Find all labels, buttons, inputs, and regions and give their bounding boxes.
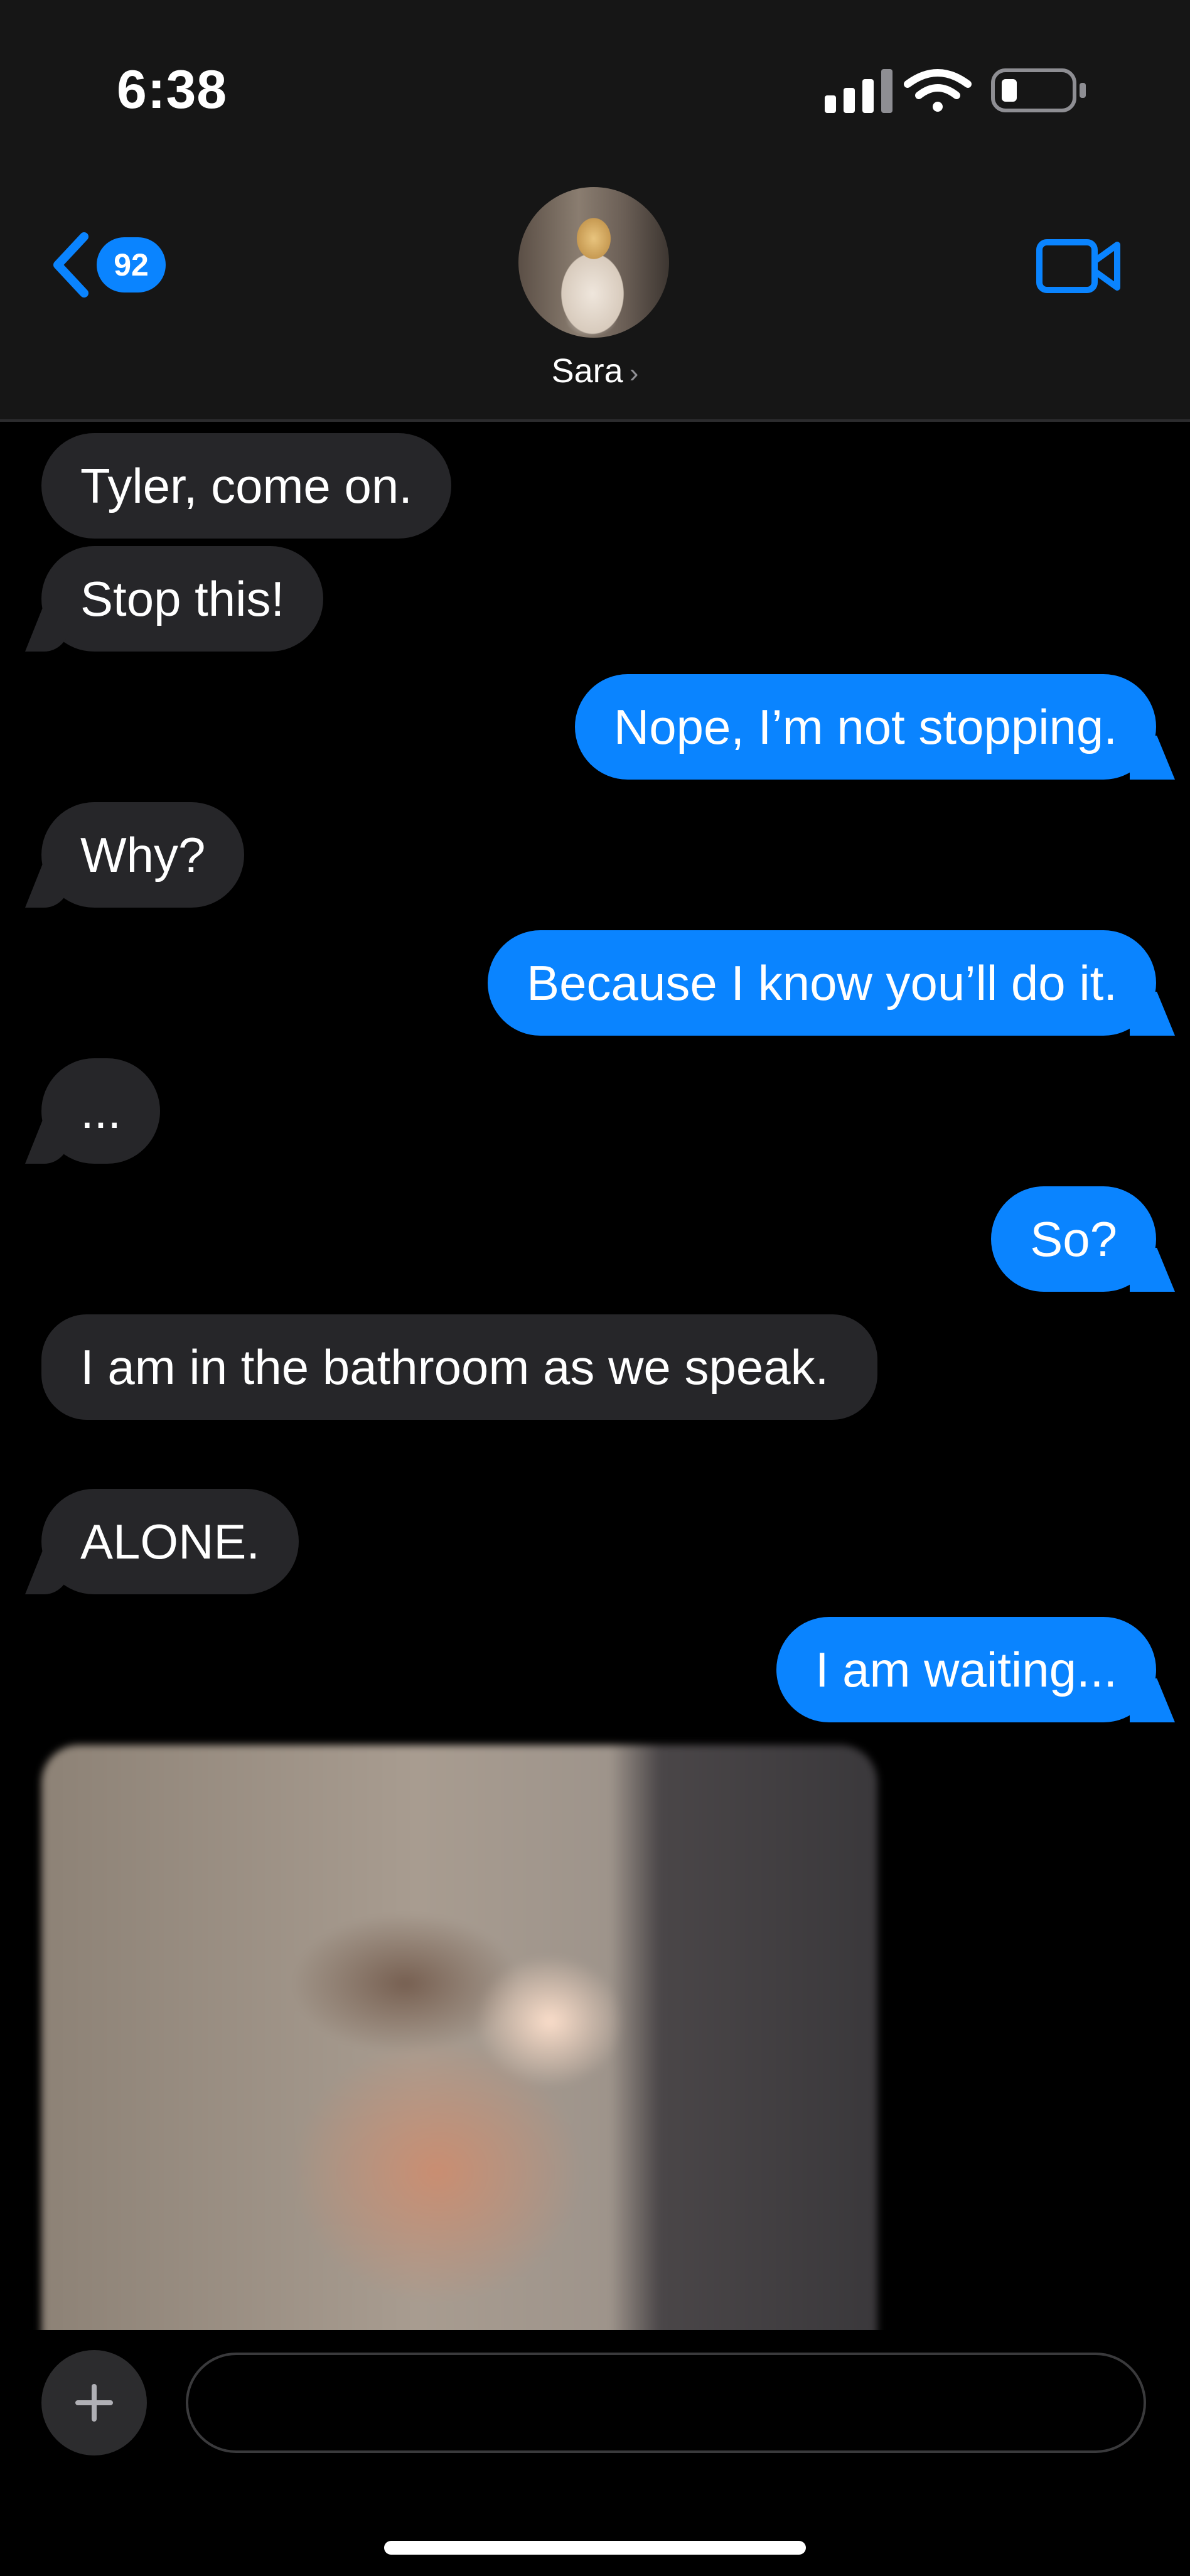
contact-avatar[interactable] [518,187,669,338]
navigation-header: 6:38 92 Sara › [0,0,1190,422]
message-thread[interactable]: Tyler, come on. Stop this! Nope, I’m not… [0,422,1190,2330]
message-composer [0,2330,1190,2576]
home-indicator[interactable] [384,2541,806,2555]
video-camera-icon[interactable] [1036,236,1123,296]
plus-icon [75,2384,113,2422]
message-incoming[interactable]: Tyler, come on. [41,433,451,539]
message-incoming[interactable]: ALONE. [41,1489,299,1594]
message-incoming[interactable]: Stop this! [41,546,324,652]
back-button[interactable]: 92 [49,227,174,303]
message-outgoing[interactable]: Because I know you’ll do it. [488,930,1156,1036]
battery-icon [991,68,1086,112]
chevron-right-icon: › [629,358,639,389]
message-outgoing[interactable]: Nope, I’m not stopping. [574,674,1156,780]
unread-count-badge: 92 [97,237,166,292]
status-time: 6:38 [117,60,228,120]
message-outgoing[interactable]: I am waiting... [776,1617,1156,1722]
message-incoming[interactable]: ... [41,1058,161,1164]
message-outgoing[interactable]: So? [991,1186,1156,1292]
cellular-signal-icon [825,69,893,113]
message-incoming[interactable]: I am in the bathroom as we speak. [41,1314,877,1420]
photo-attachment[interactable] [41,1745,877,2330]
add-attachment-button[interactable] [41,2350,147,2455]
contact-name-button[interactable]: Sara › [0,352,1190,390]
back-chevron-icon [53,232,88,298]
status-icons [825,68,1086,113]
message-input[interactable] [186,2353,1146,2453]
wifi-icon [904,69,972,112]
contact-name: Sara [551,352,623,390]
message-incoming[interactable]: Why? [41,802,245,908]
